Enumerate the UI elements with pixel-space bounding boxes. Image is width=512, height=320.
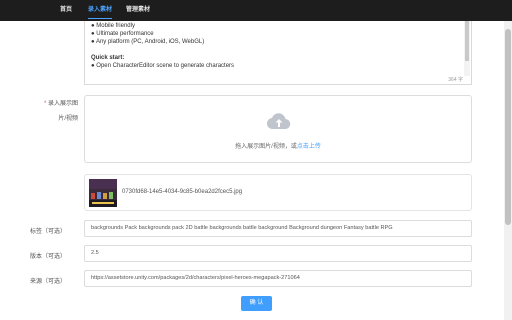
nav-item-home[interactable]: 首页 <box>60 0 72 21</box>
upload-hint: 拖入展示图片/视频，或点击上传 <box>85 141 471 150</box>
description-editor[interactable]: ● Mobile friendly ● Ultimate performance… <box>84 21 472 85</box>
nav-item-manage-assets[interactable]: 管理素材 <box>126 0 150 21</box>
upload-label-line2: 片/视频 <box>58 116 78 122</box>
source-input[interactable]: https://assetstore.unity.com/packages/2d… <box>84 270 472 287</box>
editor-content[interactable]: ● Mobile friendly ● Ultimate performance… <box>91 22 455 70</box>
tags-label: 标签（可选） <box>30 229 67 235</box>
page-scrollbar-thumb[interactable] <box>505 29 511 225</box>
tags-input[interactable]: backgrounds Pack backgrounds pack 2D bat… <box>84 220 472 237</box>
editor-line: ● Open CharacterEditor scene to generate… <box>91 63 235 69</box>
top-nav: 首页 录入素材 管理素材 <box>0 0 512 21</box>
editor-line: ● Ultimate performance <box>91 31 154 37</box>
upload-click-link[interactable]: 点击上传 <box>297 144 321 150</box>
version-input[interactable]: 2.5 <box>84 245 472 262</box>
editor-line: ● Any platform (PC, Android, iOS, WebGL) <box>91 39 205 45</box>
nav-item-add-asset[interactable]: 录入素材 <box>88 0 113 21</box>
nav-item-add-asset-label: 录入素材 <box>88 7 113 13</box>
file-name: 0730fd68-14e5-4034-9c85-b0ea2d2fcec5.jpg <box>122 189 243 195</box>
file-thumbnail-image <box>89 179 117 207</box>
version-label: 版本（可选） <box>30 254 67 260</box>
word-count: 364 字 <box>448 77 463 83</box>
editor-line-heading: Quick start: <box>91 55 125 61</box>
source-label: 来源（可选） <box>30 279 67 285</box>
cloud-upload-icon <box>267 113 291 130</box>
required-mark: * <box>43 101 47 107</box>
confirm-button[interactable]: 确 认 <box>241 296 272 311</box>
upload-hint-text: 拖入展示图片/视频，或 <box>235 144 297 150</box>
upload-dropzone[interactable]: 拖入展示图片/视频，或点击上传 <box>84 95 472 163</box>
upload-label: * 录入展示图 <box>40 98 78 107</box>
page-scrollbar[interactable] <box>504 21 512 320</box>
nav-active-indicator <box>88 18 113 19</box>
editor-scrollbar-thumb[interactable] <box>465 21 469 61</box>
upload-label-line1: 录入展示图 <box>47 101 78 107</box>
editor-scrollbar[interactable] <box>464 21 470 76</box>
uploaded-file-card: 0730fd68-14e5-4034-9c85-b0ea2d2fcec5.jpg <box>84 174 472 211</box>
editor-line: ● Mobile friendly <box>91 23 135 29</box>
file-thumbnail[interactable] <box>89 179 117 207</box>
